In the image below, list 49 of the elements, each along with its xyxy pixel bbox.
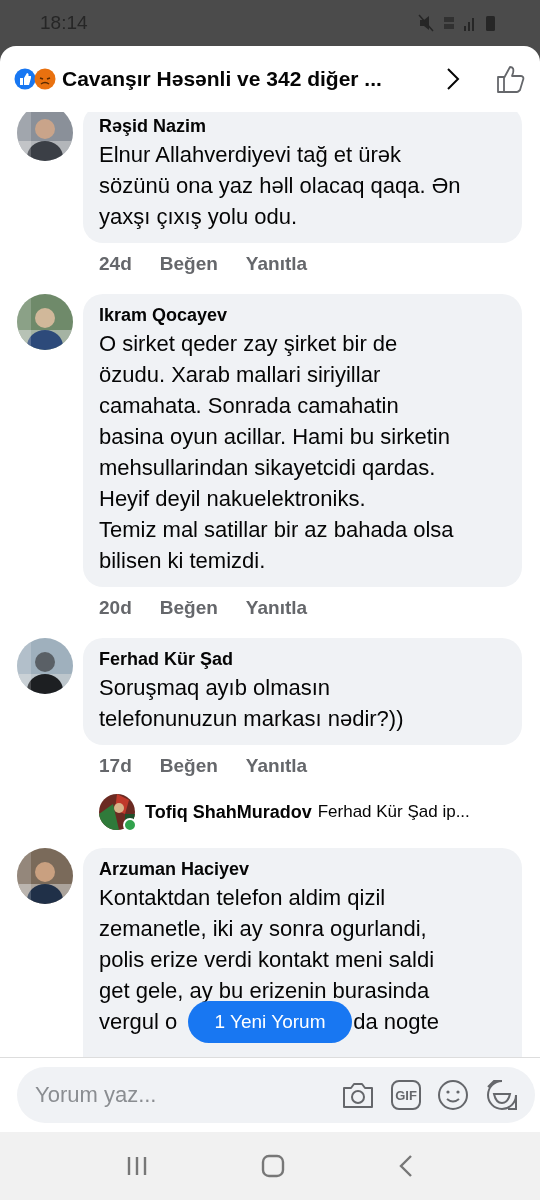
recent-apps-icon[interactable]	[126, 1155, 149, 1177]
reactions-icon	[14, 68, 56, 90]
comment-text: sözünü ona yaz həll olacaq qaqa. Ən	[99, 172, 462, 200]
reactions-title[interactable]: Cavanşır Həsənli ve 342 diğer ...	[62, 67, 440, 91]
comment-text: basina oyun acillar. Hami bu sirketin	[99, 423, 451, 451]
comment-text: Soruşmaq ayıb olmasın	[99, 674, 332, 702]
reply-author[interactable]: Tofiq ShahMuradov	[145, 801, 312, 823]
comment-text: zemanetle, iki ay sonra ogurlandi,	[99, 915, 428, 943]
gif-button[interactable]: GIF	[391, 1080, 421, 1110]
reply-link[interactable]: Yanıtla	[245, 597, 308, 619]
comment-author[interactable]: Rəşid Nazim	[99, 113, 506, 139]
comment-text: polis erize verdi kontakt meni saldi	[99, 946, 436, 974]
comment-text: camahata. Sonrada camahatin	[99, 392, 400, 420]
comment-time: 17d	[99, 755, 132, 777]
comment-text: yaxşı çıxış yolu odu.	[99, 203, 299, 231]
comment-text: Elnur Allahverdiyevi tağ et ürək	[99, 141, 403, 169]
chevron-right-icon[interactable]	[446, 67, 460, 91]
comment-text: Kontaktdan telefon aldim qizil	[99, 884, 387, 912]
reply-link[interactable]: Yanıtla	[245, 253, 308, 275]
comment-author[interactable]: Ferhad Kür Şad	[99, 646, 506, 672]
like-link[interactable]: Beğen	[159, 755, 218, 777]
reply-preview-text[interactable]: Ferhad Kür Şad ip...	[317, 802, 470, 822]
comment-text: Heyif deyil nakuelektroniks.	[99, 485, 367, 513]
back-icon[interactable]	[397, 1154, 414, 1178]
comment-time: 24d	[99, 253, 132, 275]
like-link[interactable]: Beğen	[159, 597, 218, 619]
comment-time: 20d	[99, 597, 132, 619]
comment-text: bilisen ki temizdi.	[99, 547, 267, 575]
comment-author[interactable]: Ikram Qocayev	[99, 302, 506, 328]
camera-icon[interactable]	[341, 1080, 375, 1110]
comment-text: özudu. Xarab mallari siriyillar	[99, 361, 382, 389]
comment-text: vergul o	[99, 1008, 178, 1036]
comment-text: mehsullarindan sikayetcidi qardas.	[99, 454, 437, 482]
battery-icon	[486, 16, 495, 31]
comment-author[interactable]: Arzuman Haciyev	[99, 856, 506, 882]
like-icon[interactable]	[496, 64, 526, 94]
comment-text: O sirket qeder zay şirket bir de	[99, 330, 399, 358]
comment-text: da nogte	[353, 1008, 439, 1036]
signal-icon	[464, 18, 474, 31]
mute-icon	[418, 14, 434, 32]
home-icon[interactable]	[261, 1154, 285, 1178]
sticker-icon[interactable]	[485, 1078, 519, 1112]
comment-text: Temiz mal satillar bir az bahada olsa	[99, 516, 455, 544]
like-link[interactable]: Beğen	[159, 253, 218, 275]
data-icon	[444, 17, 454, 29]
smiley-icon[interactable]	[437, 1079, 469, 1111]
reply-link[interactable]: Yanıtla	[245, 755, 308, 777]
comment-text: telefonunuzun markası nədir?))	[99, 705, 405, 733]
comment-field[interactable]: Yorum yaz... GIF	[17, 1067, 535, 1123]
